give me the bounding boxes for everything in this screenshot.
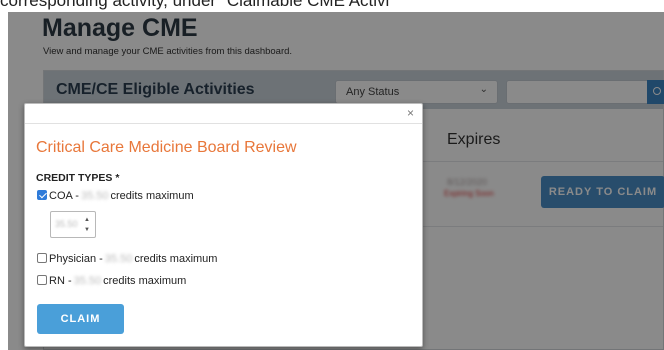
credit-amount: 35.50 bbox=[80, 190, 109, 202]
modal-topbar bbox=[25, 104, 422, 124]
option-prefix: Physician - bbox=[49, 253, 103, 265]
credit-types-label: CREDIT TYPES * bbox=[36, 172, 120, 184]
credit-option-physician[interactable]: Physician -35.50 credits maximum bbox=[37, 253, 217, 265]
checkbox-physician[interactable] bbox=[37, 253, 47, 263]
credit-amount: 35.50 bbox=[73, 275, 102, 287]
option-suffix: credits maximum bbox=[103, 275, 187, 287]
checkbox-rn[interactable] bbox=[37, 275, 47, 285]
option-prefix: RN - bbox=[49, 275, 72, 287]
stepper-arrows-icon[interactable]: ▲ ▼ bbox=[84, 215, 90, 235]
checkbox-coa[interactable] bbox=[37, 190, 47, 200]
option-prefix: COA - bbox=[49, 190, 79, 202]
modal-title: Critical Care Medicine Board Review bbox=[36, 139, 297, 156]
credit-amount: 35.50 bbox=[104, 253, 133, 265]
caption-text: corresponding activity, under "Claimable… bbox=[0, 0, 390, 10]
close-icon[interactable]: × bbox=[407, 106, 414, 120]
coa-credits-stepper[interactable]: 35.50 ▲ ▼ bbox=[50, 211, 96, 238]
option-suffix: credits maximum bbox=[110, 190, 194, 202]
claim-button[interactable]: CLAIM bbox=[37, 304, 124, 334]
claim-credits-modal: × Critical Care Medicine Board Review CR… bbox=[24, 103, 423, 347]
stepper-value: 35.50 bbox=[55, 219, 78, 229]
option-suffix: credits maximum bbox=[134, 253, 218, 265]
credit-option-coa[interactable]: COA -35.50 credits maximum bbox=[37, 190, 194, 202]
credit-option-rn[interactable]: RN -35.50 credits maximum bbox=[37, 275, 186, 287]
